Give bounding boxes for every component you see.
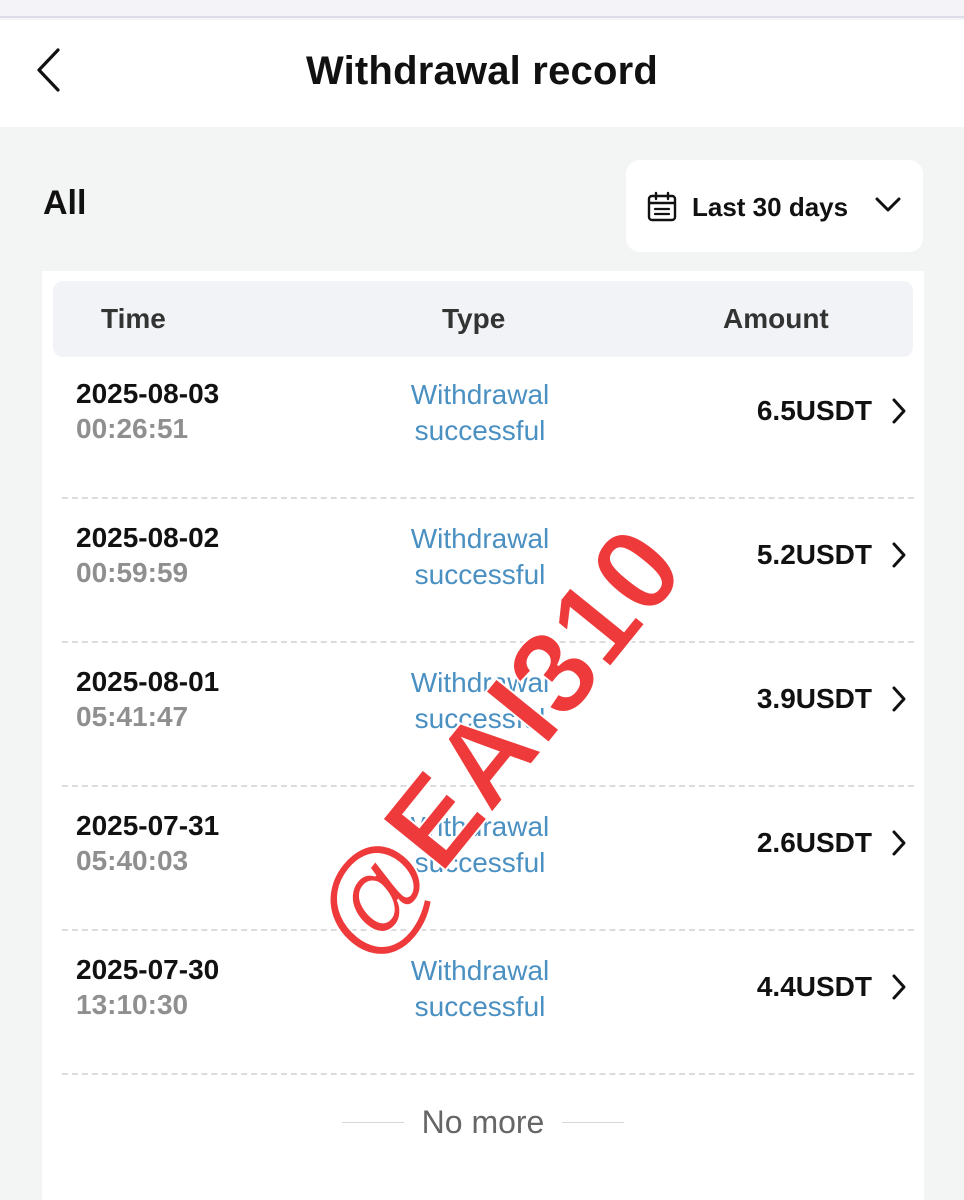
- end-of-list: No more: [42, 1102, 924, 1142]
- chevron-right-icon: [892, 686, 906, 712]
- records-card: Time Type Amount 2025-08-03 00:26:51 Wit…: [42, 271, 924, 1200]
- status-line-1: Withdrawal: [410, 667, 550, 698]
- record-status: Withdrawal successful: [380, 521, 580, 593]
- record-status: Withdrawal successful: [380, 809, 580, 881]
- column-header-time: Time: [101, 303, 166, 334]
- date-range-dropdown[interactable]: Last 30 days: [626, 160, 923, 252]
- record-date: 2025-08-02: [76, 522, 220, 553]
- status-line-1: Withdrawal: [410, 955, 550, 986]
- table-row[interactable]: 2025-08-02 00:59:59 Withdrawal successfu…: [62, 499, 914, 643]
- status-line-1: Withdrawal: [410, 523, 550, 554]
- column-header-type: Type: [442, 303, 506, 334]
- status-line-2: successful: [414, 703, 546, 734]
- record-date: 2025-08-03: [76, 378, 220, 409]
- table-row[interactable]: 2025-08-01 05:41:47 Withdrawal successfu…: [62, 643, 914, 787]
- status-strip: [0, 0, 964, 18]
- status-line-2: successful: [414, 847, 546, 878]
- table-row[interactable]: 2025-07-31 05:40:03 Withdrawal successfu…: [62, 787, 914, 931]
- status-line-2: successful: [414, 415, 546, 446]
- record-amount: 4.4USDT: [756, 971, 872, 1002]
- record-amount: 3.9USDT: [756, 683, 872, 714]
- date-range-label: Last 30 days: [692, 192, 849, 222]
- status-line-1: Withdrawal: [410, 811, 550, 842]
- type-filter[interactable]: All: [43, 184, 86, 223]
- header-bar: Withdrawal record: [0, 20, 964, 127]
- table-row[interactable]: 2025-07-30 13:10:30 Withdrawal successfu…: [62, 931, 914, 1075]
- chevron-down-icon: [875, 197, 901, 212]
- record-time: 00:26:51: [76, 413, 189, 444]
- record-amount: 6.5USDT: [756, 395, 872, 426]
- calendar-icon: [647, 191, 677, 222]
- record-status: Withdrawal successful: [380, 377, 580, 449]
- record-date: 2025-07-30: [76, 954, 220, 985]
- page-title: Withdrawal record: [306, 49, 658, 93]
- record-time: 05:40:03: [76, 845, 189, 876]
- table-header: Time Type Amount: [53, 281, 913, 357]
- status-line-2: successful: [414, 991, 546, 1022]
- record-time: 13:10:30: [76, 989, 189, 1020]
- record-date: 2025-07-31: [76, 810, 220, 841]
- table-row[interactable]: 2025-08-03 00:26:51 Withdrawal successfu…: [62, 355, 914, 499]
- chevron-right-icon: [892, 398, 906, 424]
- record-time: 00:59:59: [76, 557, 189, 588]
- chevron-right-icon: [892, 542, 906, 568]
- chevron-right-icon: [892, 974, 906, 1000]
- divider: [562, 1121, 625, 1123]
- record-amount: 2.6USDT: [756, 827, 872, 858]
- chevron-right-icon: [892, 830, 906, 856]
- column-header-amount: Amount: [723, 303, 829, 334]
- record-status: Withdrawal successful: [380, 953, 580, 1025]
- divider: [341, 1121, 404, 1123]
- record-status: Withdrawal successful: [380, 665, 580, 737]
- status-line-2: successful: [414, 559, 546, 590]
- record-time: 05:41:47: [76, 701, 189, 732]
- no-more-label: No more: [421, 1103, 545, 1140]
- record-amount: 5.2USDT: [756, 539, 872, 570]
- record-date: 2025-08-01: [76, 666, 220, 697]
- status-line-1: Withdrawal: [410, 379, 550, 410]
